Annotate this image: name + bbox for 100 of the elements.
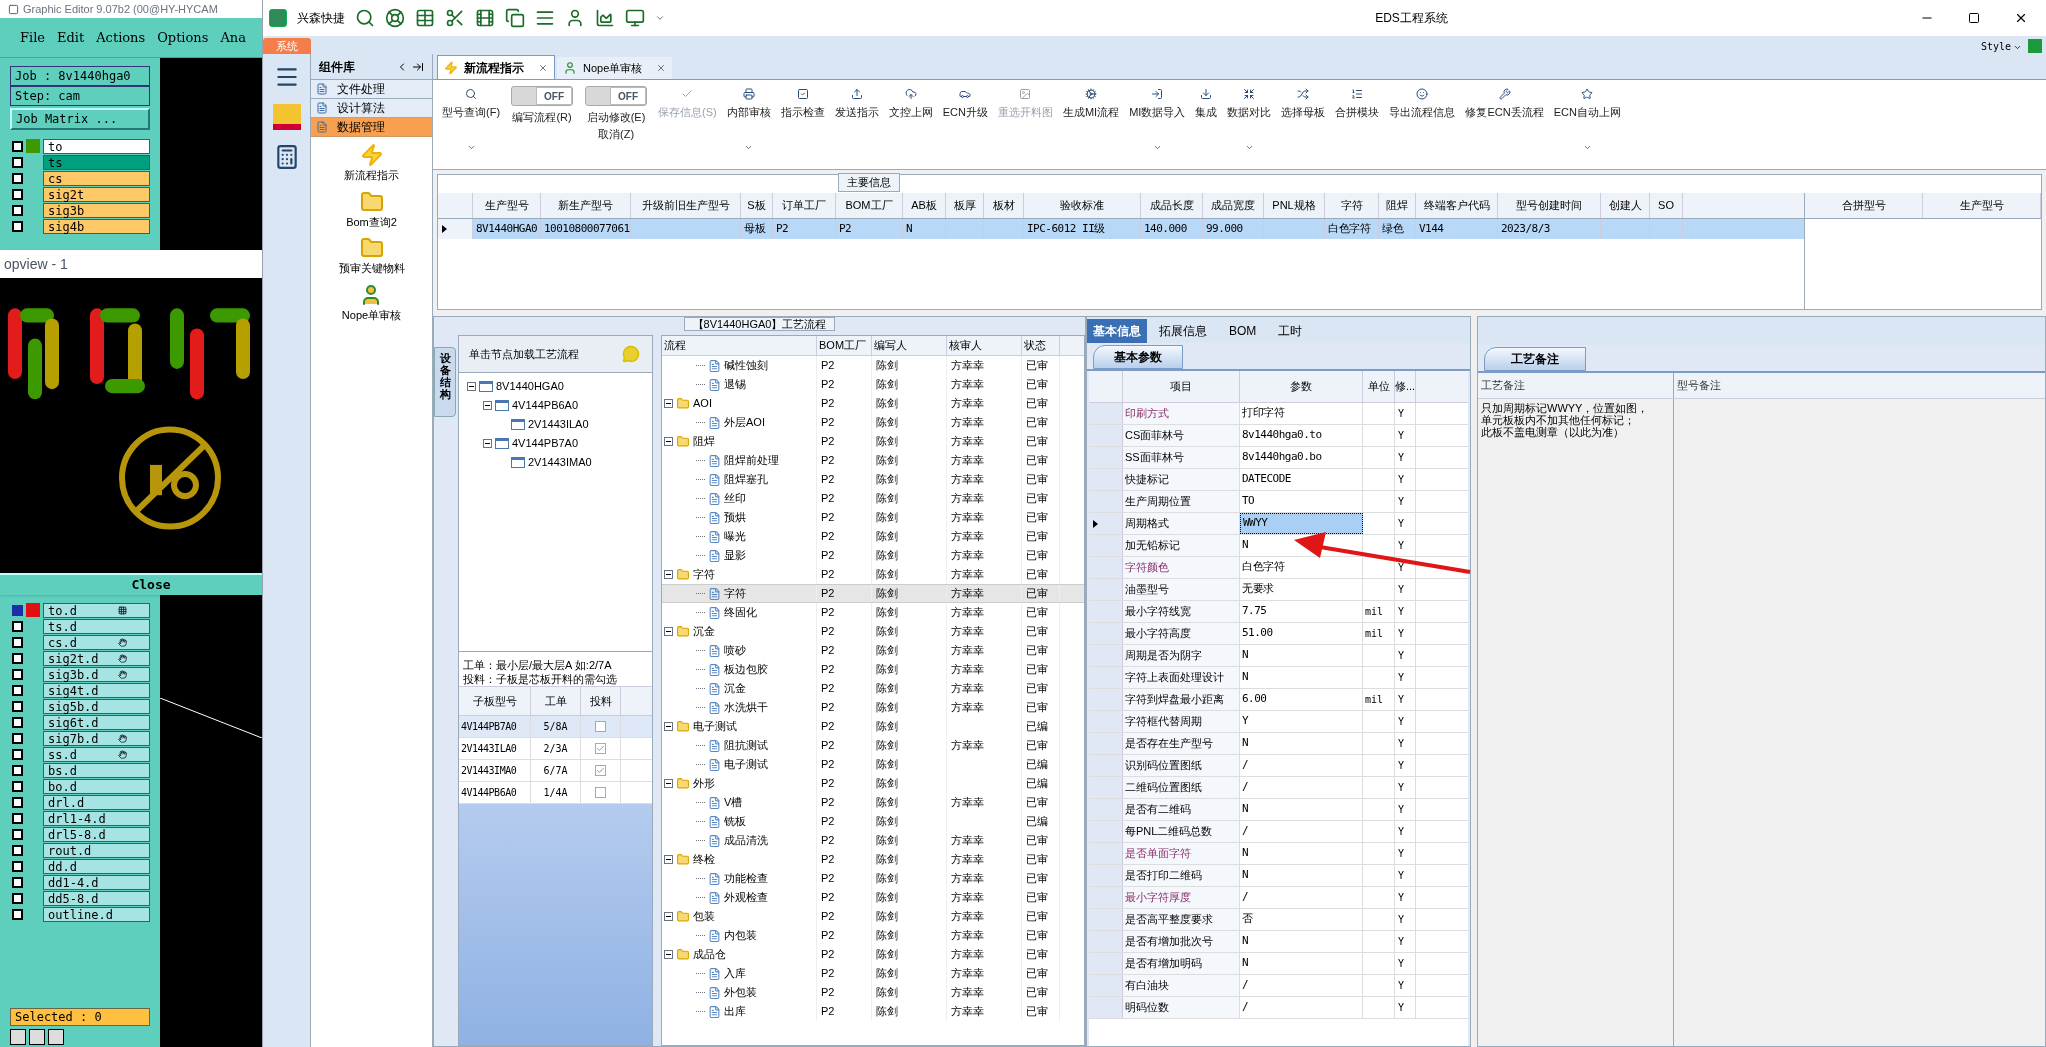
layer-name[interactable]: ts	[43, 154, 150, 170]
table-row[interactable]: 4V144PB6A0 1/4A	[459, 782, 652, 804]
column-header[interactable]: 新生产型号	[541, 193, 631, 218]
column-header[interactable]: 项目	[1123, 371, 1240, 402]
layer-checkbox[interactable]	[12, 908, 23, 920]
column-header[interactable]: 型号备注	[1674, 373, 2045, 398]
table-row[interactable]: 外观检查 P2 陈剑 方幸幸 已审	[662, 888, 1084, 907]
column-header[interactable]: 核审人	[947, 336, 1022, 355]
table-cell[interactable]: N	[1240, 799, 1363, 820]
close-button[interactable]: Close	[0, 573, 262, 595]
table-cell[interactable]: 打印字符	[1240, 403, 1363, 424]
table-row[interactable]: 阻抗测试 P2 陈剑 方幸幸 已审	[662, 736, 1084, 755]
layer-name[interactable]: ss.d	[43, 746, 150, 762]
column-header[interactable]: SO	[1650, 193, 1683, 218]
style-menu[interactable]: Style	[1980, 39, 2011, 54]
table-cell[interactable]: N	[1240, 733, 1363, 754]
caret-icon[interactable]	[2013, 43, 2022, 52]
layer-name[interactable]: drl.d	[43, 794, 150, 810]
toolbar-button[interactable]: 发送指示	[834, 88, 879, 121]
layer-checkbox[interactable]	[12, 860, 23, 872]
column-header[interactable]: 板厚	[946, 193, 984, 218]
table-row[interactable]: 板边包胶 P2 陈剑 方幸幸 已审	[662, 660, 1084, 679]
column-header[interactable]: AB板	[903, 193, 946, 218]
layer-checkbox[interactable]	[12, 844, 23, 856]
layer-name[interactable]: to.d	[43, 602, 150, 618]
lines-icon[interactable]	[535, 8, 555, 28]
expander-icon[interactable]	[664, 437, 673, 446]
column-header[interactable]: 阻焊	[1379, 193, 1416, 218]
table-row[interactable]: 终固化 P2 陈剑 方幸幸 已审	[662, 603, 1084, 622]
layer-checkbox[interactable]	[12, 636, 23, 648]
column-header[interactable]: 投料	[581, 687, 621, 715]
layer-checkbox[interactable]	[12, 684, 23, 696]
layer-checkbox[interactable]	[12, 748, 23, 760]
column-header[interactable]: 工艺备注	[1478, 373, 1674, 398]
layer-name[interactable]: dd.d	[43, 858, 150, 874]
menu-item[interactable]: Ana	[220, 27, 246, 48]
table-cell[interactable]: 8v1440hga0.bo	[1240, 447, 1363, 468]
layer-checkbox[interactable]	[12, 188, 23, 200]
toolbar-button[interactable]: ECN升级	[942, 88, 988, 121]
menu-item[interactable]: Actions	[96, 27, 146, 48]
table-row[interactable]: 出库 P2 陈剑 方幸幸 已审	[662, 1002, 1084, 1021]
expander-icon[interactable]	[483, 439, 492, 448]
toolbar-button[interactable]: 文控上网	[888, 88, 933, 121]
menu-item[interactable]: File	[20, 27, 46, 48]
toolbar-button[interactable]: 选择母板	[1281, 88, 1326, 121]
pin-icon[interactable]	[412, 60, 424, 73]
expander-icon[interactable]	[664, 627, 673, 636]
column-header[interactable]: 参数	[1240, 371, 1363, 402]
table-cell[interactable]: Y	[1240, 711, 1363, 732]
toolbar-button[interactable]: 导出流程信息	[1389, 88, 1456, 121]
layer-checkbox[interactable]	[12, 652, 23, 664]
checkbox[interactable]	[595, 721, 606, 732]
layer-name[interactable]: sig7b.d	[43, 730, 150, 746]
toggle-switch[interactable]: OFF	[585, 86, 648, 106]
toolbar-button[interactable]: 内部审核	[726, 88, 771, 121]
tool-label[interactable]: Bom查询2	[346, 213, 397, 230]
layer-name[interactable]: outline.d	[43, 906, 150, 922]
layer-checkbox[interactable]	[12, 604, 23, 616]
layer-name[interactable]: cs	[43, 170, 150, 186]
toolbar-label[interactable]: 取消(Z)	[598, 125, 635, 142]
monitor-icon[interactable]	[625, 8, 645, 28]
column-header[interactable]: 终端客户代码	[1416, 193, 1498, 218]
toolbar-button[interactable]: 修复ECN丢流程	[1465, 88, 1544, 121]
menu-item[interactable]: Edit	[57, 27, 85, 48]
column-header[interactable]: 创建人	[1601, 193, 1650, 218]
table-cell[interactable]: TO	[1240, 491, 1363, 512]
layer-name[interactable]: sig2t.d	[43, 650, 150, 666]
layer-checkbox[interactable]	[12, 716, 23, 728]
table-row[interactable]: 喷砂 P2 陈剑 方幸幸 已审	[662, 641, 1084, 660]
toolbar-button[interactable]: ECN自动上网	[1553, 88, 1621, 121]
sub-tab[interactable]: 工艺备注	[1484, 347, 1586, 371]
layer-name[interactable]: sig4b	[43, 218, 150, 234]
table-row[interactable]: 铣板 P2 陈剑 已编	[662, 812, 1084, 831]
table-cell[interactable]: 否	[1240, 909, 1363, 930]
table-cell[interactable]: 8v1440hga0.to	[1240, 425, 1363, 446]
table-row[interactable]: 电子测试 P2 陈剑 已编	[662, 717, 1084, 736]
column-header[interactable]: PNL规格	[1264, 193, 1325, 218]
table-cell[interactable]: N	[1240, 667, 1363, 688]
table-cell[interactable]: 无要求	[1240, 579, 1363, 600]
column-header[interactable]: 编写人	[872, 336, 947, 355]
table-row[interactable]: V槽 P2 陈剑 方幸幸 已审	[662, 793, 1084, 812]
table-cell[interactable]: N	[1240, 953, 1363, 974]
layer-name[interactable]: dd5-8.d	[43, 890, 150, 906]
layer-checkbox[interactable]	[12, 220, 23, 232]
layer-checkbox[interactable]	[12, 668, 23, 680]
table-row[interactable]: 8V1440HGA0 10010800077061 母板 P2 P2 N IPC-6012 II级 140.000 99.000 白色字符 绿色 V144 2023/8/3	[438, 219, 1804, 239]
close-icon[interactable]	[2014, 11, 2028, 25]
column-header[interactable]: 合拼型号	[1805, 193, 1923, 218]
table-row[interactable]: 终检 P2 陈剑 方幸幸 已审	[662, 850, 1084, 869]
area-chart-icon[interactable]	[595, 8, 615, 28]
tool-label[interactable]: Nope单审核	[341, 306, 402, 323]
expander-icon[interactable]	[664, 855, 673, 864]
expander-icon[interactable]	[664, 722, 673, 731]
menu-item[interactable]: Options	[157, 27, 209, 48]
table-row[interactable]: 字符 P2 陈剑 方幸幸 已审	[662, 584, 1084, 603]
layer-checkbox[interactable]	[12, 796, 23, 808]
table-row[interactable]: 丝印 P2 陈剑 方幸幸 已审	[662, 489, 1084, 508]
node-label[interactable]: 2V1443ILA0	[528, 416, 589, 433]
layer-name[interactable]: sig6t.d	[43, 714, 150, 730]
side-tab[interactable]: 设备结构	[434, 347, 456, 417]
